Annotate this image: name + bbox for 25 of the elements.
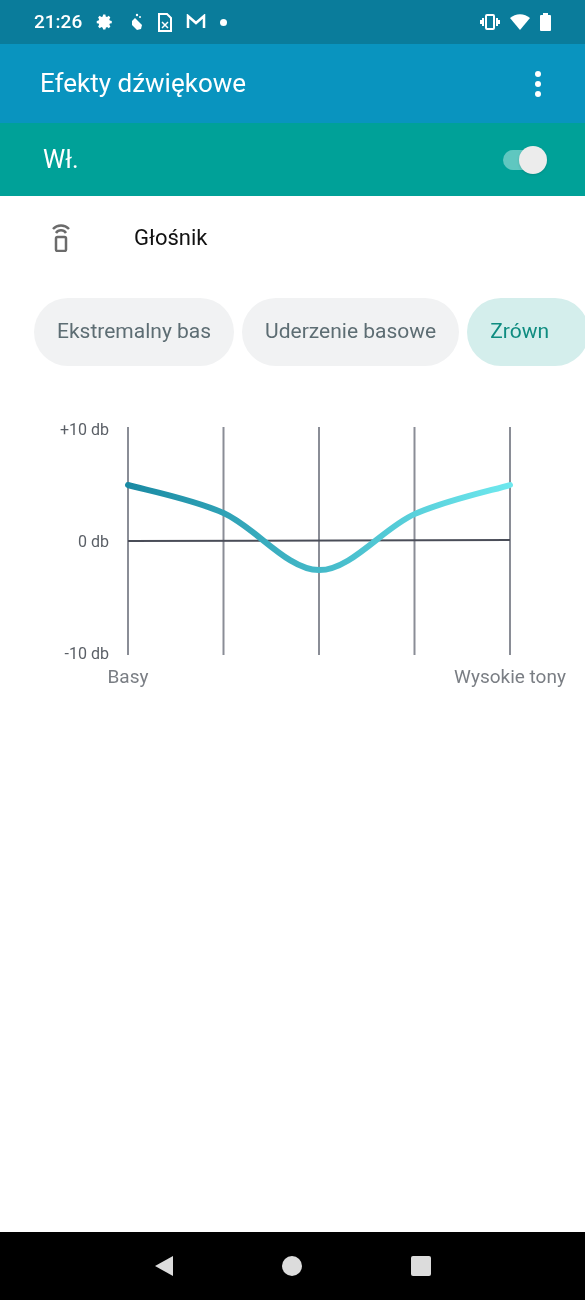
preset-chip[interactable]: Zrówn	[467, 298, 585, 366]
mail-icon	[186, 14, 207, 30]
battery-icon	[540, 13, 551, 31]
output-label: Głośnik	[134, 223, 208, 252]
wifi-icon	[510, 14, 530, 30]
speaker-phone-icon	[50, 222, 72, 252]
axis-label: +10 db	[59, 420, 109, 439]
gear-icon	[96, 13, 115, 31]
switch-label: Wł.	[43, 143, 79, 176]
more-menu-icon[interactable]	[535, 70, 541, 97]
status-time: 21:26	[34, 8, 83, 35]
axis-label: Wysokie tony	[454, 665, 566, 688]
preset-chip[interactable]: Uderzenie basowe	[242, 298, 460, 366]
back-icon[interactable]	[153, 1254, 176, 1278]
vibrate-icon	[480, 14, 500, 30]
recents-icon[interactable]	[409, 1255, 432, 1277]
preset-chip[interactable]: Ekstremalny bas	[34, 298, 235, 366]
home-icon[interactable]	[281, 1255, 304, 1277]
axis-label: -10 db	[64, 644, 109, 663]
dot-icon	[220, 18, 228, 26]
sim-card-icon	[158, 12, 173, 32]
axis-label: Basy	[107, 665, 149, 688]
equalizer-curve[interactable]	[125, 482, 513, 574]
app-title: Efekty dźwiękowe	[40, 67, 247, 100]
axis-label: 0 db	[78, 532, 109, 551]
